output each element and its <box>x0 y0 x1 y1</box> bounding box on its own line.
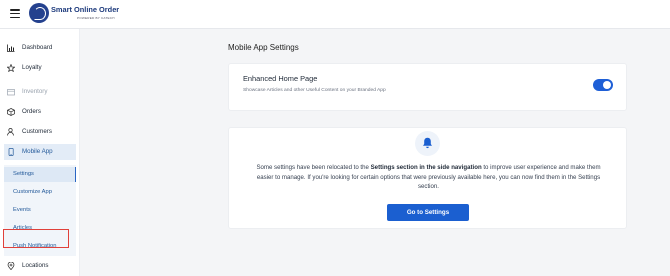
settings-relocated-notice-card: Some settings have been relocated to the… <box>228 127 627 229</box>
sidebar-item-orders[interactable]: Orders <box>0 104 80 120</box>
page-title: Mobile App Settings <box>228 43 299 52</box>
sidebar-item-locations[interactable]: Locations <box>0 258 80 274</box>
box-icon <box>7 89 15 96</box>
sidebar-item-mobile-app[interactable]: Mobile App <box>4 144 76 160</box>
sidebar-item-loyalty[interactable]: Loyalty <box>0 60 80 76</box>
enhanced-home-page-title: Enhanced Home Page <box>243 74 318 83</box>
enhanced-home-page-card: Enhanced Home Page Showcase Articles and… <box>228 63 627 111</box>
submenu-item-label: Events <box>13 207 31 213</box>
package-icon <box>7 108 15 116</box>
sidebar-item-label: Orders <box>22 108 41 115</box>
go-to-settings-button[interactable]: Go to Settings <box>387 204 469 221</box>
location-pin-icon <box>7 262 15 270</box>
bell-icon-badge <box>415 131 440 156</box>
submenu-item-events[interactable]: Events <box>4 203 76 218</box>
hamburger-menu-icon[interactable] <box>10 9 20 18</box>
sidebar-item-label: Customers <box>22 128 52 135</box>
star-icon <box>7 64 15 72</box>
sidebar-item-label: Locations <box>22 262 49 269</box>
bar-chart-icon <box>7 44 15 52</box>
submenu-item-customize-app[interactable]: Customize App <box>4 185 76 200</box>
phone-icon <box>8 148 14 156</box>
brand-name: Smart Online Order <box>51 5 120 14</box>
sidebar-item-label: Dashboard <box>22 44 53 51</box>
sidebar-item-inventory[interactable]: Inventory <box>0 84 80 100</box>
sidebar-item-dashboard[interactable]: Dashboard <box>0 40 80 56</box>
submenu-item-label: Customize App <box>13 189 52 195</box>
sidebar-item-label: Inventory <box>22 88 48 95</box>
sidebar: Dashboard Loyalty Inventory Orders Custo… <box>0 29 80 276</box>
submenu-item-label: Settings <box>13 171 34 177</box>
events-highlight-outline <box>3 229 69 248</box>
top-header: Smart Online Order POWERED BY CATECH <box>0 0 670 29</box>
user-icon <box>7 128 14 136</box>
submenu-item-settings[interactable]: Settings <box>4 167 76 182</box>
brand-logo <box>29 3 49 23</box>
enhanced-home-page-toggle[interactable] <box>593 79 613 91</box>
sidebar-item-label: Mobile App <box>22 148 53 155</box>
brand-tagline: POWERED BY CATECH <box>77 16 115 20</box>
sidebar-item-label: Loyalty <box>22 64 42 71</box>
sidebar-item-customers[interactable]: Customers <box>0 124 80 140</box>
bell-icon <box>423 137 432 149</box>
notice-text-part-1: Some settings have been relocated to the <box>256 164 371 171</box>
relocated-settings-message: Some settings have been relocated to the… <box>249 163 608 192</box>
notice-text-bold: Settings section in the side navigation <box>370 164 482 171</box>
enhanced-home-page-description: Showcase Articles and other Useful Conte… <box>243 88 386 93</box>
